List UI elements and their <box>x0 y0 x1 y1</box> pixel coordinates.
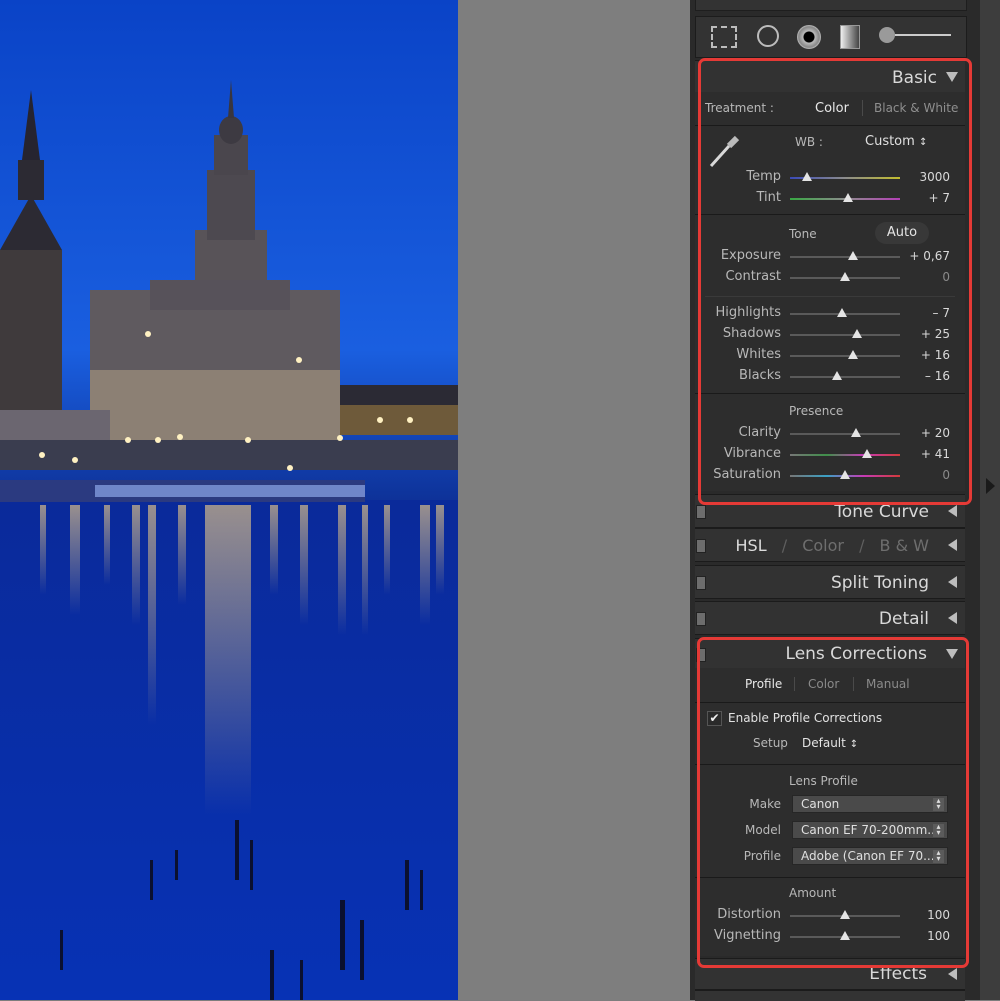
crop-overlay-icon[interactable] <box>711 26 737 48</box>
graduated-filter-icon[interactable] <box>840 25 860 49</box>
canvas-background <box>458 0 690 1000</box>
color-tab[interactable]: Color <box>802 536 844 555</box>
expand-triangle-icon[interactable] <box>948 505 957 517</box>
hsl-panel-header[interactable]: HSL / Color / B & W <box>695 528 965 562</box>
develop-right-panel: Basic Treatment : Color Black & White WB… <box>690 0 980 1001</box>
spot-removal-icon[interactable] <box>757 25 779 47</box>
color-separator: / <box>859 536 865 555</box>
right-panel-collapse-strip[interactable] <box>980 0 1000 1000</box>
photo-preview <box>0 0 458 1000</box>
detail-panel-header[interactable]: Detail <box>695 601 965 635</box>
panel-top-edge <box>695 0 967 11</box>
expand-triangle-icon[interactable] <box>948 968 957 980</box>
red-eye-icon[interactable] <box>797 25 821 49</box>
tone-curve-toggle-switch[interactable] <box>696 505 706 519</box>
bw-tab[interactable]: B & W <box>880 536 929 555</box>
expand-triangle-icon[interactable] <box>948 539 957 551</box>
hsl-tabs: HSL / Color / B & W <box>736 536 930 555</box>
expand-triangle-icon[interactable] <box>948 576 957 588</box>
expand-triangle-icon[interactable] <box>948 612 957 624</box>
adjustment-brush-icon[interactable] <box>879 27 954 45</box>
split-toning-toggle-switch[interactable] <box>696 576 706 590</box>
split-toning-title: Split Toning <box>830 573 929 593</box>
basic-highlight-box <box>698 58 972 505</box>
hsl-separator: / <box>781 536 788 555</box>
detail-toggle-switch[interactable] <box>696 612 706 626</box>
tone-curve-title: Tone Curve <box>834 502 929 522</box>
hsl-toggle-switch[interactable] <box>696 539 706 553</box>
detail-title: Detail <box>878 609 929 629</box>
collapse-right-arrow-icon[interactable] <box>986 478 995 494</box>
split-toning-panel-header[interactable]: Split Toning <box>695 565 965 599</box>
city-night-photo <box>0 80 458 1000</box>
lens-corrections-highlight-box <box>697 637 969 968</box>
tool-strip <box>695 16 967 58</box>
panel-bottom-edge <box>695 990 965 1001</box>
hsl-tab[interactable]: HSL <box>736 536 767 555</box>
